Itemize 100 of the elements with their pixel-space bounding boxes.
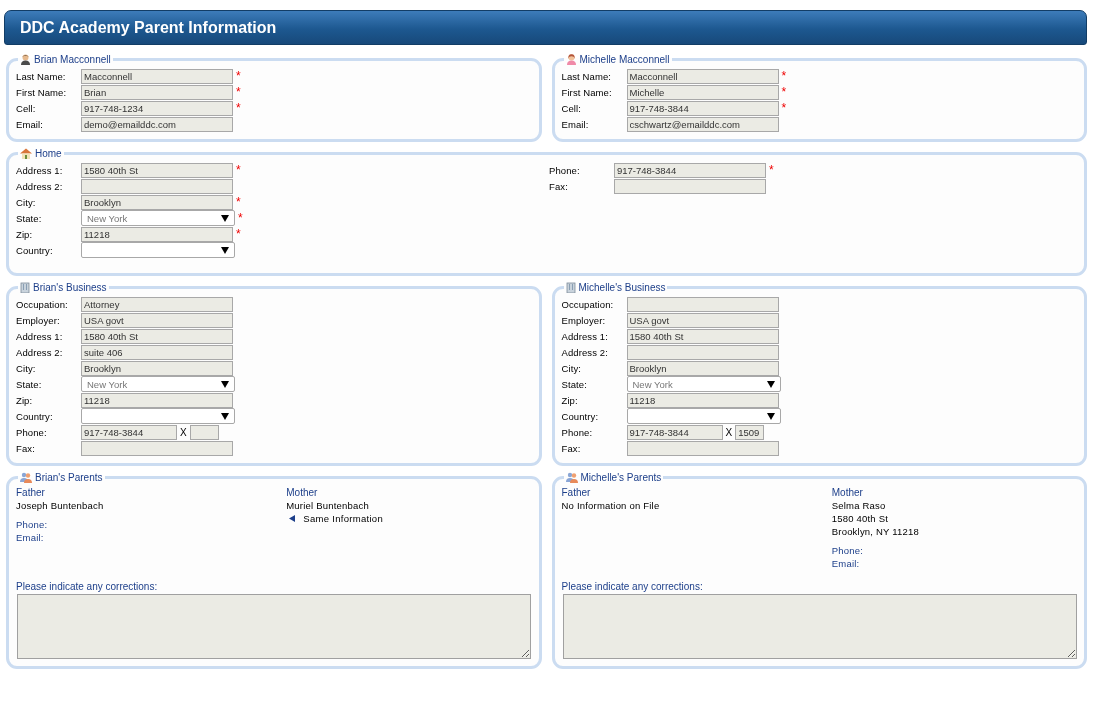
field-label: City: — [16, 196, 37, 208]
required-mark: * — [780, 103, 788, 113]
parent-heading: Father — [561, 487, 592, 499]
field-label: Zip: — [561, 394, 579, 406]
field-label: City: — [16, 362, 37, 374]
dropdown-arrow-icon — [221, 214, 229, 222]
parent-info: Muriel Buntenbach — [286, 499, 370, 512]
field-label: Zip: — [16, 394, 34, 406]
corrections-field[interactable] — [562, 594, 1077, 659]
text-field[interactable]: Michelle — [626, 84, 779, 100]
field-label: Cell: — [561, 102, 582, 114]
text-field[interactable]: 1580 40th St — [626, 328, 779, 344]
field-label: Country: — [16, 244, 54, 256]
dropdown[interactable] — [81, 242, 235, 258]
people-icon — [565, 471, 578, 483]
text-field[interactable] — [614, 178, 766, 194]
corrections-label: Please indicate any corrections: — [16, 581, 159, 592]
field-label: First Name: — [16, 86, 68, 98]
field-label: Zip: — [16, 228, 34, 240]
text-field[interactable]: Brooklyn — [626, 360, 779, 376]
required-mark: * — [235, 197, 242, 207]
text-field[interactable] — [626, 344, 779, 360]
field-label: Last Name: — [561, 70, 613, 82]
dropdown[interactable] — [626, 408, 781, 424]
field-label: Address 2: — [16, 180, 64, 192]
text-field[interactable]: demo@emailddc.com — [81, 116, 233, 132]
field-label: Employer: — [16, 314, 61, 326]
text-field[interactable]: Attorney — [81, 296, 233, 312]
field-label: Address 2: — [16, 346, 64, 358]
text-field[interactable]: 917-748-3844 — [614, 162, 766, 178]
text-field[interactable]: 1580 40th St — [81, 328, 233, 344]
text-field[interactable]: Brooklyn — [81, 360, 233, 376]
required-mark: * — [235, 87, 242, 97]
text-field[interactable]: Macconnell — [626, 68, 779, 84]
panel-title: Michelle's Parents — [580, 471, 662, 483]
field-label: Employer: — [561, 314, 607, 326]
dropdown-arrow-icon — [766, 380, 775, 388]
text-field[interactable]: Brooklyn — [81, 194, 233, 210]
contact-label: Email: — [16, 531, 45, 544]
text-field[interactable]: 917-748-1234 — [81, 100, 233, 116]
field-label: Phone: — [16, 426, 48, 438]
field-label: Address 1: — [561, 330, 609, 342]
dropdown[interactable]: New York — [626, 376, 781, 392]
building-icon — [565, 281, 576, 293]
people-icon — [20, 471, 32, 483]
field-label: Occupation: — [16, 298, 69, 310]
extension-field[interactable] — [189, 424, 219, 440]
panel-title: Michelle Macconnell — [579, 53, 670, 65]
parent-info: Joseph Buntenbach — [16, 499, 105, 512]
field-label: Fax: — [549, 180, 569, 192]
panel-title: Home — [35, 147, 62, 159]
text-field[interactable]: 917-748-3844 — [626, 100, 779, 116]
text-field[interactable]: Macconnell — [81, 68, 233, 84]
panel-title: Brian's Business — [33, 281, 107, 293]
text-field[interactable] — [81, 178, 233, 194]
text-field[interactable] — [81, 440, 233, 456]
parent-info: No Information on File — [561, 499, 661, 512]
text-field[interactable]: 1580 40th St — [81, 162, 233, 178]
person-icon — [20, 53, 31, 65]
person-icon — [565, 53, 577, 65]
text-field[interactable]: USA govt — [626, 312, 779, 328]
text-field[interactable] — [626, 440, 779, 456]
text-field[interactable]: USA govt — [81, 312, 233, 328]
parent-info: Brooklyn, NY 11218 — [831, 525, 920, 538]
text-field[interactable]: Brian — [81, 84, 233, 100]
building-icon — [20, 281, 30, 293]
corrections-field[interactable] — [17, 594, 531, 659]
corrections-label: Please indicate any corrections: — [561, 581, 704, 592]
parent-heading: Mother — [831, 487, 864, 499]
phone-field[interactable]: 917-748-3844 — [626, 424, 723, 440]
contact-label: Email: — [831, 557, 861, 570]
text-field[interactable]: cschwartz@emailddc.com — [626, 116, 779, 132]
field-label: Country: — [561, 410, 600, 422]
left-arrow-icon — [289, 515, 296, 522]
phone-field[interactable]: 917-748-3844 — [81, 424, 177, 440]
extension-label: X — [179, 426, 188, 438]
text-field[interactable]: suite 406 — [81, 344, 233, 360]
required-mark: * — [235, 71, 242, 81]
text-field[interactable]: 11218 — [81, 392, 233, 408]
dropdown[interactable] — [81, 408, 235, 424]
dropdown[interactable]: New York — [81, 210, 235, 226]
required-mark: * — [780, 87, 788, 97]
field-label: Address 1: — [16, 164, 64, 176]
dropdown[interactable]: New York — [81, 376, 235, 392]
field-label: Address 1: — [16, 330, 64, 342]
dropdown-arrow-icon — [221, 380, 229, 388]
field-label: Address 2: — [561, 346, 609, 358]
parent-heading: Mother — [286, 487, 319, 499]
text-field[interactable] — [626, 296, 779, 312]
extension-field[interactable]: 1509 — [735, 424, 765, 440]
contact-label: Phone: — [16, 518, 49, 531]
field-label: Cell: — [16, 102, 37, 114]
field-label: Email: — [16, 118, 44, 130]
field-label: Phone: — [561, 426, 594, 438]
text-field[interactable]: 11218 — [626, 392, 779, 408]
field-label: State: — [561, 378, 588, 390]
dropdown-arrow-icon — [221, 246, 229, 254]
text-field[interactable]: 11218 — [81, 226, 233, 242]
field-label: First Name: — [561, 86, 613, 98]
same-information-link[interactable]: Same Information — [303, 512, 384, 525]
